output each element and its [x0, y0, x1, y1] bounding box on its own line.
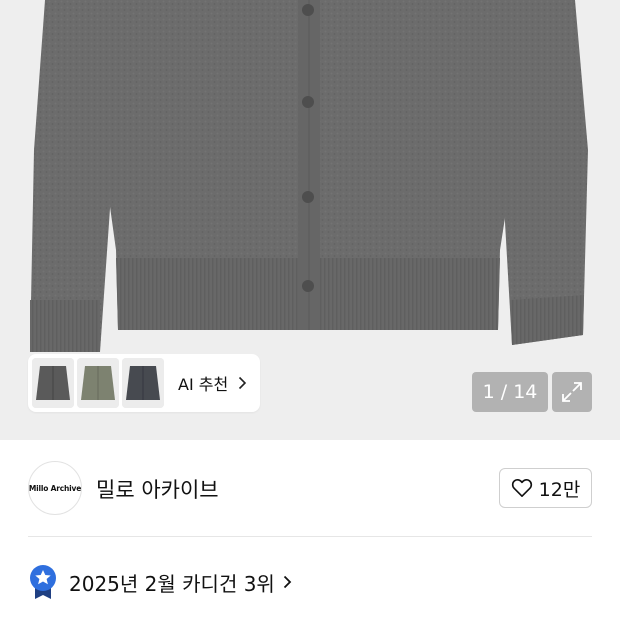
- brand-logo[interactable]: Millo Archive: [28, 461, 82, 515]
- ranking-text: 2025년 2월 카디건 3위: [69, 571, 275, 596]
- brand-logo-text: Millo Archive: [28, 483, 82, 493]
- like-count: 12만: [538, 478, 581, 501]
- chevron-right-icon: [239, 376, 247, 390]
- image-counter: 1 / 14: [472, 372, 548, 412]
- expand-button[interactable]: [552, 372, 592, 412]
- section-divider: [28, 536, 592, 537]
- brand-name[interactable]: 밀로 아카이브: [96, 474, 219, 504]
- like-button[interactable]: 12만: [499, 468, 592, 508]
- ai-recommendation-card[interactable]: AI 추천: [28, 354, 260, 412]
- ai-recommend-label: AI 추천: [178, 375, 229, 394]
- star-medal-icon: [30, 565, 56, 599]
- ranking-link[interactable]: 2025년 2월 카디건 3위: [28, 562, 292, 602]
- thumbnail-charcoal-cardigan[interactable]: [122, 358, 164, 408]
- thumbnail-khaki-cardigan[interactable]: [77, 358, 119, 408]
- brand-row[interactable]: Millo Archive 밀로 아카이브 12만: [0, 440, 620, 536]
- heart-outline-icon: [511, 479, 532, 497]
- product-image-gallery[interactable]: AI 추천 1 / 14: [0, 0, 620, 440]
- expand-icon: [562, 382, 582, 402]
- thumbnail-dark-gray-cardigan[interactable]: [32, 358, 74, 408]
- chevron-right-icon: [283, 575, 292, 589]
